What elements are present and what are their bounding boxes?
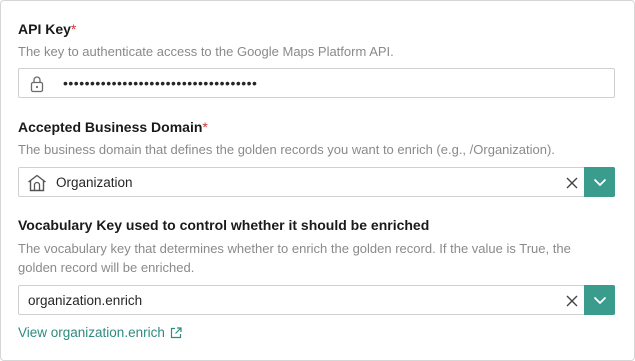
building-icon: [28, 174, 46, 192]
vocabulary-key-select[interactable]: organization.enrich: [18, 285, 615, 315]
api-key-value: ••••••••••••••••••••••••••••••••••••: [63, 75, 258, 91]
lock-icon: [30, 76, 44, 93]
required-mark: *: [202, 119, 208, 135]
chevron-down-icon: [593, 178, 606, 186]
business-domain-help: The business domain that defines the gol…: [18, 142, 555, 157]
business-domain-value: Organization: [56, 175, 133, 190]
business-domain-label-text: Accepted Business Domain: [18, 119, 203, 135]
chevron-down-icon: [593, 296, 606, 304]
required-mark: *: [70, 21, 77, 37]
external-link-icon: [170, 326, 182, 338]
vocabulary-key-help: The vocabulary key that determines wheth…: [18, 241, 571, 275]
business-domain-dropdown-button[interactable]: [584, 167, 615, 197]
api-key-label-text: API Key: [18, 21, 71, 37]
vocabulary-key-label: Vocabulary Key used to control whether i…: [18, 217, 430, 233]
view-vocabulary-key-link[interactable]: View organization.enrich: [18, 325, 182, 340]
api-key-field[interactable]: ••••••••••••••••••••••••••••••••••••: [18, 68, 615, 98]
clear-icon[interactable]: [565, 294, 579, 308]
business-domain-label: Accepted Business Domain*: [18, 119, 208, 135]
vocabulary-key-dropdown-button[interactable]: [584, 285, 615, 315]
vocabulary-key-value: organization.enrich: [28, 293, 143, 308]
api-key-label: API Key*: [18, 21, 76, 37]
enrichment-settings-panel: API Key* The key to authenticate access …: [0, 0, 635, 361]
view-vocabulary-key-link-text: View organization.enrich: [18, 325, 165, 340]
api-key-help: The key to authenticate access to the Go…: [18, 44, 394, 59]
business-domain-select[interactable]: Organization: [18, 167, 615, 197]
clear-icon[interactable]: [565, 176, 579, 190]
